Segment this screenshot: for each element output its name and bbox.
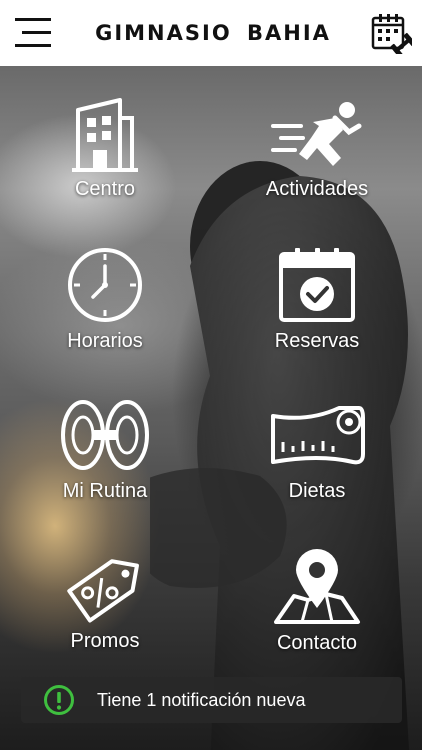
hamburger-menu-button[interactable] [14,16,52,50]
app-header: GIMNASIO BAHIA [0,0,422,66]
menu-tile-centro[interactable]: Centro [30,96,180,236]
menu-tile-label: Horarios [67,330,143,352]
notification-bar[interactable]: Tiene 1 notificación nueva [21,677,402,723]
menu-tile-mi-rutina[interactable]: Mi Rutina [30,396,180,536]
clock-icon [68,248,142,322]
notification-text: Tiene 1 notificación nueva [97,689,306,710]
calendar-check-icon [279,248,355,322]
menu-tile-label: Dietas [288,480,346,502]
map-pin-icon [274,549,360,624]
menu-tile-label: Actividades [265,178,369,200]
app-screen: GIMNASIO BAHIA Centro Actividades Horari… [0,0,422,750]
hamburger-menu-icon [15,18,51,47]
menu-tile-contacto[interactable]: Contacto [242,546,392,686]
exclamation-circle-icon [44,685,74,715]
measuring-tape-icon [271,406,365,465]
menu-tile-label: Promos [70,630,140,652]
menu-tile-reservas[interactable]: Reservas [242,246,392,386]
menu-tile-promos[interactable]: Promos [30,546,180,686]
menu-tile-label: Mi Rutina [62,480,148,502]
app-title: GIMNASIO BAHIA [95,21,331,45]
menu-tile-label: Contacto [276,632,358,654]
menu-tile-label: Reservas [274,330,360,352]
menu-tile-actividades[interactable]: Actividades [242,96,392,236]
weight-plates-icon [61,400,149,470]
menu-tile-horarios[interactable]: Horarios [30,246,180,386]
building-icon [72,98,138,172]
menu-tile-dietas[interactable]: Dietas [242,396,392,536]
calendar-dumbbell-icon [371,14,416,58]
calendar-button[interactable] [370,12,416,58]
menu-tile-label: Centro [74,178,136,200]
percent-tag-icon [67,559,139,623]
running-person-icon [271,102,362,166]
